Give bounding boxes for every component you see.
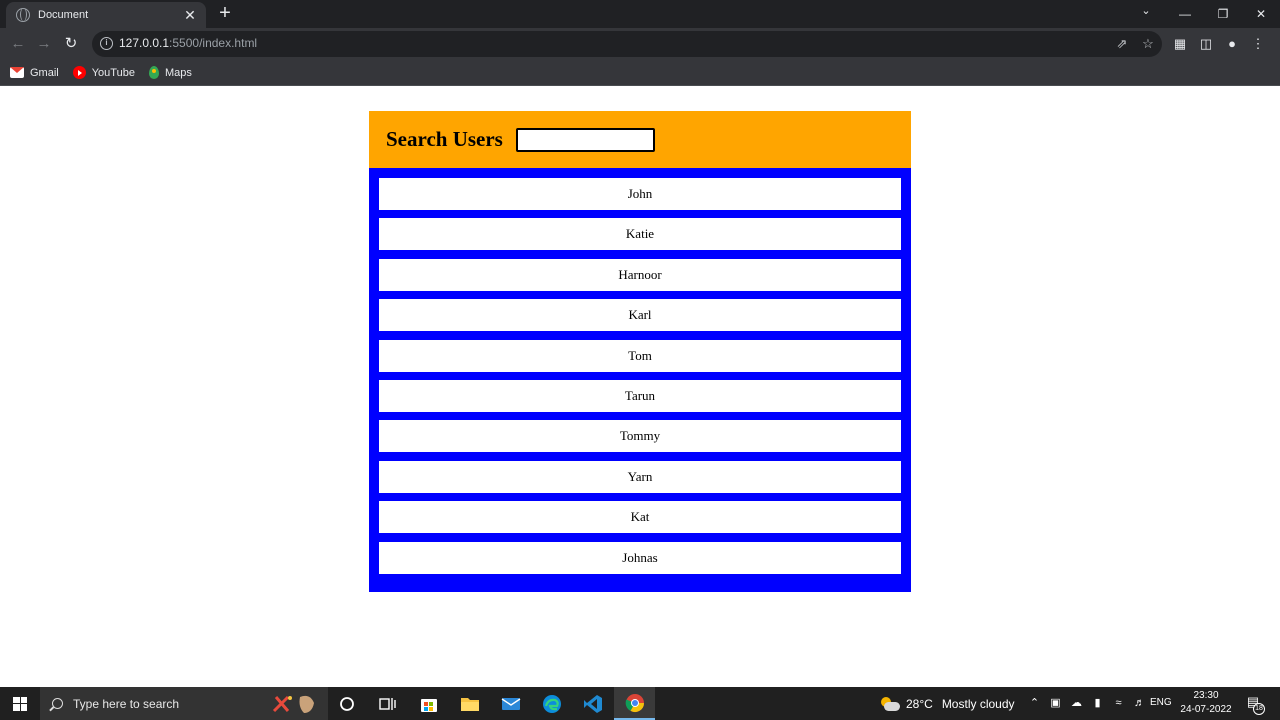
list-item: Yarn xyxy=(379,460,901,493)
user-list: John Katie Harnoor Karl Tom Tarun Tommy … xyxy=(379,178,901,582)
volume-icon[interactable]: ♬ xyxy=(1133,696,1146,710)
language-indicator[interactable]: ENG xyxy=(1150,697,1172,708)
browser-toolbar: ← → ↻ i 127.0.0.1:5500/index.html ⇗ ☆ ▦ … xyxy=(0,28,1280,60)
minimize-icon[interactable]: — xyxy=(1166,0,1204,28)
chevron-up-icon[interactable]: ⌃ xyxy=(1028,696,1041,710)
profile-icon[interactable]: ● xyxy=(1222,34,1242,54)
forward-arrow-icon[interactable]: → xyxy=(34,34,54,54)
tab-search-chevron-icon[interactable]: ⌄ xyxy=(1136,4,1156,22)
search-header: Search Users xyxy=(369,111,911,168)
start-button[interactable] xyxy=(0,687,40,720)
maps-icon xyxy=(148,66,159,79)
list-item: Tarun xyxy=(379,379,901,412)
taskbar-search-box[interactable]: Type here to search xyxy=(40,687,328,720)
bookmark-label: Gmail xyxy=(30,66,59,79)
taskbar: Type here to search 28°C Mostly cloudy ⌃… xyxy=(0,687,1280,720)
bookmark-label: YouTube xyxy=(91,66,135,79)
menu-kebab-icon[interactable]: ⋮ xyxy=(1248,34,1268,54)
cloudy-weather-icon xyxy=(880,696,900,711)
chrome-icon[interactable] xyxy=(614,687,655,720)
bookmark-star-icon[interactable]: ☆ xyxy=(1138,34,1158,54)
bookmark-maps[interactable]: Maps xyxy=(148,66,192,79)
restore-icon[interactable]: ❐ xyxy=(1204,0,1242,28)
edge-browser-icon[interactable] xyxy=(531,687,572,720)
clock-date: 24-07-2022 xyxy=(1180,704,1232,715)
clock[interactable]: 23:30 24-07-2022 xyxy=(1178,689,1234,717)
microsoft-store-icon[interactable] xyxy=(408,687,449,720)
browser-tab-strip: Document ✕ + ⌄ — ❐ ✕ xyxy=(0,0,1280,28)
bookmarks-bar: Gmail YouTube Maps xyxy=(0,60,1280,86)
globe-icon xyxy=(16,8,30,22)
tab-close-icon[interactable]: ✕ xyxy=(180,8,200,22)
tab-title: Document xyxy=(38,9,89,21)
share-icon[interactable]: ⇗ xyxy=(1112,34,1132,54)
gmail-icon xyxy=(10,67,24,78)
list-item: John xyxy=(379,178,901,210)
url-text[interactable]: 127.0.0.1:5500/index.html xyxy=(119,36,257,50)
bookmark-youtube[interactable]: YouTube xyxy=(72,66,135,79)
weather-widget[interactable]: 28°C Mostly cloudy xyxy=(880,687,1015,720)
youtube-icon xyxy=(72,66,86,79)
bookmark-label: Maps xyxy=(164,66,192,79)
search-input[interactable] xyxy=(515,127,655,152)
tablet-icon[interactable]: ▣ xyxy=(1049,696,1062,710)
address-bar-actions: ⇗ ☆ xyxy=(1112,34,1158,54)
wifi-icon[interactable]: ≈ xyxy=(1112,696,1125,710)
list-item: Kat xyxy=(379,501,901,534)
page-viewport: Search Users John Katie Harnoor Karl Tom… xyxy=(0,86,1280,687)
battery-icon[interactable]: ▮ xyxy=(1091,696,1104,710)
vscode-icon[interactable] xyxy=(572,687,613,720)
new-tab-button[interactable]: + xyxy=(214,3,236,24)
weather-description: Mostly cloudy xyxy=(941,696,1015,711)
system-tray-icons: ⌃ ▣ ☁ ▮ ≈ ♬ xyxy=(1028,696,1146,710)
task-view-icon[interactable] xyxy=(367,687,408,720)
reload-icon[interactable]: ↻ xyxy=(61,34,81,54)
page-title: Search Users xyxy=(386,127,503,151)
search-icon xyxy=(52,698,63,709)
users-panel: Search Users John Katie Harnoor Karl Tom… xyxy=(369,111,911,592)
list-item: Tom xyxy=(379,339,901,372)
toolbar-actions: ▦ ◫ ● ⋮ xyxy=(1170,34,1268,54)
cortana-icon[interactable] xyxy=(326,687,367,720)
search-highlight-icon xyxy=(272,695,314,713)
site-info-icon[interactable]: i xyxy=(100,37,113,50)
address-bar[interactable]: i 127.0.0.1:5500/index.html ⇗ ☆ xyxy=(92,31,1162,57)
browser-tab[interactable]: Document ✕ xyxy=(6,2,206,28)
file-explorer-icon[interactable] xyxy=(449,687,490,720)
url-host: 127.0.0.1 xyxy=(119,36,170,50)
bookmark-gmail[interactable]: Gmail xyxy=(10,67,59,79)
taskbar-search-placeholder: Type here to search xyxy=(73,696,180,711)
list-item: Karl xyxy=(379,299,901,332)
windows-logo-icon xyxy=(13,696,27,711)
clock-time: 23:30 xyxy=(1193,690,1219,701)
onedrive-cloud-icon[interactable]: ☁ xyxy=(1070,696,1083,710)
list-item: Johnas xyxy=(379,541,901,574)
extensions-puzzle-icon[interactable]: ▦ xyxy=(1170,34,1190,54)
close-window-icon[interactable]: ✕ xyxy=(1242,0,1280,28)
list-item: Harnoor xyxy=(379,258,901,291)
url-path: :5500/index.html xyxy=(169,36,258,50)
notification-count-badge: 18 xyxy=(1253,703,1265,715)
mail-icon[interactable] xyxy=(490,687,531,720)
window-controls: — ❐ ✕ xyxy=(1166,0,1280,28)
weather-temperature: 28°C xyxy=(906,696,933,711)
back-arrow-icon[interactable]: ← xyxy=(8,34,28,54)
side-panel-icon[interactable]: ◫ xyxy=(1196,34,1216,54)
list-item: Katie xyxy=(379,218,901,251)
list-item: Tommy xyxy=(379,420,901,453)
